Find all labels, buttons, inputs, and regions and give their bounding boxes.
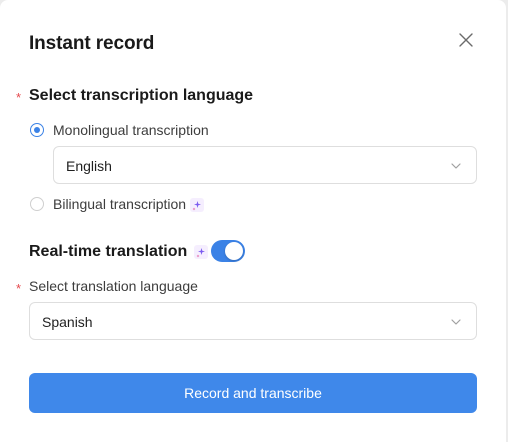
record-and-transcribe-button[interactable]: Record and transcribe [29,373,477,413]
instant-record-dialog: Instant record * Select transcription la… [0,0,506,442]
translation-language-select[interactable]: Spanish [29,302,477,340]
translation-toggle-label: Real-time translation [29,243,208,261]
ai-sparkle-icon [193,244,208,259]
close-button[interactable] [456,30,476,50]
transcription-language-value: English [66,158,112,174]
real-time-translation-toggle[interactable] [211,240,245,262]
translation-language-value: Spanish [42,314,93,330]
translation-language-label: Select translation language [29,278,198,294]
monolingual-label[interactable]: Monolingual transcription [53,122,209,138]
required-asterisk: * [16,281,22,296]
chevron-down-icon [451,319,461,325]
dialog-title: Instant record [29,33,155,54]
chevron-down-icon [451,163,461,169]
bilingual-radio[interactable] [30,197,44,211]
ai-sparkle-icon [189,198,204,213]
monolingual-radio[interactable] [30,123,44,137]
bilingual-label[interactable]: Bilingual transcription [53,196,204,213]
required-asterisk: * [16,90,22,105]
close-icon [459,33,473,47]
transcription-language-select[interactable]: English [53,146,477,184]
transcription-section-label: Select transcription language [29,87,254,104]
toggle-knob [225,242,243,260]
